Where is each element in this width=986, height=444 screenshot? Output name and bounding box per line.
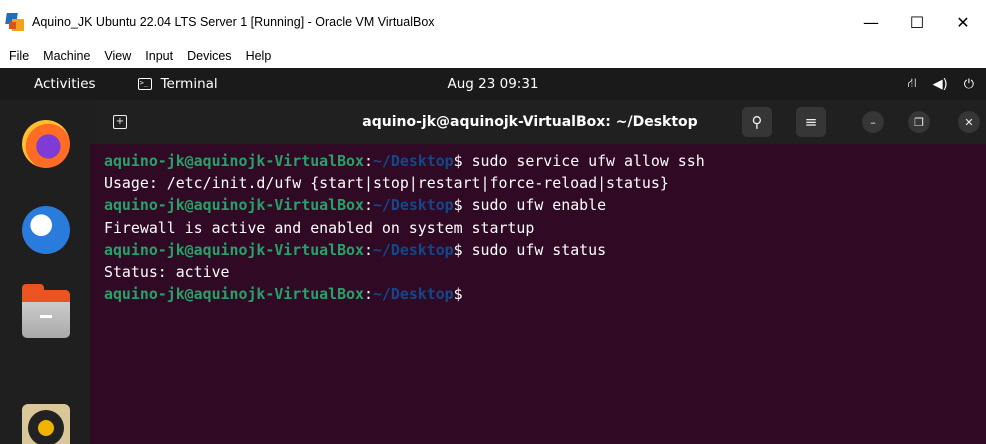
search-icon: ⚲ — [751, 113, 763, 131]
terminal-icon: >_ — [137, 78, 152, 90]
prompt-colon: : — [363, 240, 373, 259]
prompt-symbol: $ — [453, 240, 463, 259]
app-menu-label: Terminal — [160, 76, 218, 92]
menu-view[interactable]: View — [97, 49, 138, 63]
prompt-colon: : — [363, 285, 373, 304]
prompt-user-host: aquino-jk@aquinojk-VirtualBox — [104, 152, 364, 170]
terminal-headerbar: + aquino-jk@aquinojk-VirtualBox: ~/Deskt… — [90, 100, 986, 144]
menu-devices[interactable]: Devices — [180, 49, 238, 63]
menu-machine[interactable]: Machine — [36, 49, 97, 63]
command-text — [463, 285, 472, 303]
search-button[interactable]: ⚲ — [742, 107, 772, 137]
network-icon: ⛙ — [907, 75, 917, 91]
prompt-line: aquino-jk@aquinojk-VirtualBox:~/Desktop$… — [104, 150, 705, 172]
menu-file[interactable]: File — [2, 49, 36, 63]
prompt-user-host: aquino-jk@aquinojk-VirtualBox — [104, 285, 364, 304]
menu-button[interactable]: ≡ — [796, 107, 826, 137]
close-icon: ✕ — [964, 115, 974, 129]
prompt-symbol: $ — [453, 285, 463, 304]
rhythmbox-icon[interactable] — [22, 404, 70, 444]
prompt-symbol: $ — [453, 196, 463, 215]
prompt-line: aquino-jk@aquinojk-VirtualBox:~/Desktop$ — [104, 283, 705, 305]
window-title: Aquino_JK Ubuntu 22.04 LTS Server 1 [Run… — [32, 15, 435, 29]
guest-screen: Activities >_ Terminal Aug 23 09:31 ⛙ ◀)… — [0, 68, 986, 444]
prompt-user-host: aquino-jk@aquinojk-VirtualBox — [104, 240, 364, 259]
prompt-colon: : — [363, 196, 373, 215]
terminal-restore-button[interactable]: ❐ — [908, 111, 930, 133]
hamburger-icon: ≡ — [804, 113, 818, 131]
maximize-button[interactable]: ☐ — [894, 0, 940, 44]
files-icon[interactable] — [22, 284, 70, 338]
gnome-top-bar: Activities >_ Terminal Aug 23 09:31 ⛙ ◀)… — [0, 68, 986, 100]
system-tray[interactable]: ⛙ ◀) ⏻ — [907, 68, 974, 100]
host-titlebar: Aquino_JK Ubuntu 22.04 LTS Server 1 [Run… — [0, 0, 986, 44]
prompt-line: aquino-jk@aquinojk-VirtualBox:~/Desktop$… — [104, 194, 705, 216]
command-text: sudo ufw enable — [462, 196, 607, 215]
output-line: Usage: /etc/init.d/ufw {start|stop|resta… — [104, 174, 669, 193]
terminal-output[interactable]: aquino-jk@aquinojk-VirtualBox:~/Desktop$… — [104, 150, 705, 305]
restore-icon: ❐ — [914, 115, 924, 129]
command-text: sudo service ufw allow ssh — [462, 152, 705, 170]
activities-button[interactable]: Activities — [34, 76, 96, 92]
command-text: sudo ufw status — [462, 240, 607, 259]
output-line: Status: active — [104, 262, 230, 281]
menu-help[interactable]: Help — [239, 49, 279, 63]
minimize-icon: – — [870, 115, 876, 129]
prompt-colon: : — [363, 152, 373, 170]
new-tab-icon: + — [113, 115, 127, 129]
new-tab-button[interactable]: + — [106, 108, 134, 136]
menubar: File Machine View Input Devices Help — [0, 44, 986, 68]
terminal-window[interactable]: + aquino-jk@aquinojk-VirtualBox: ~/Deskt… — [90, 100, 986, 444]
terminal-title: aquino-jk@aquinojk-VirtualBox: ~/Desktop — [362, 114, 698, 130]
app-menu[interactable]: >_ Terminal — [137, 76, 218, 92]
thunderbird-icon[interactable] — [22, 206, 70, 254]
dock — [0, 100, 90, 444]
minimize-button[interactable]: — — [848, 0, 894, 44]
output-line: Firewall is active and enabled on system… — [104, 218, 535, 237]
window-controls: — ☐ ✕ — [848, 0, 986, 44]
volume-icon: ◀) — [932, 76, 948, 92]
prompt-path: ~/Desktop — [372, 285, 454, 304]
virtualbox-logo-icon — [5, 13, 24, 31]
power-icon: ⏻ — [963, 76, 974, 92]
prompt-path: ~/Desktop — [372, 196, 454, 215]
prompt-path: ~/Desktop — [372, 152, 454, 170]
prompt-symbol: $ — [453, 152, 463, 170]
close-button[interactable]: ✕ — [940, 0, 986, 44]
prompt-user-host: aquino-jk@aquinojk-VirtualBox — [104, 196, 364, 215]
menu-input[interactable]: Input — [138, 49, 180, 63]
terminal-minimize-button[interactable]: – — [862, 111, 884, 133]
firefox-icon[interactable] — [22, 120, 70, 168]
prompt-line: aquino-jk@aquinojk-VirtualBox:~/Desktop$… — [104, 239, 705, 261]
prompt-path: ~/Desktop — [372, 240, 454, 259]
terminal-close-button[interactable]: ✕ — [958, 111, 980, 133]
